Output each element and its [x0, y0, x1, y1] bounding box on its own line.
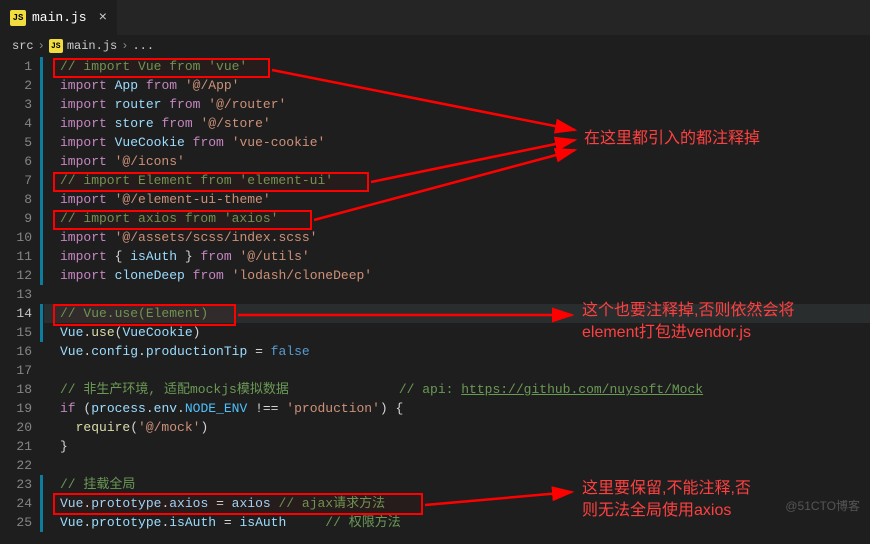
- code-line: // import Element from 'element-ui': [44, 171, 870, 190]
- tab-label: main.js: [32, 10, 87, 25]
- close-icon[interactable]: ×: [99, 10, 107, 26]
- js-file-icon: JS: [49, 39, 63, 53]
- annotation-text: 这个也要注释掉,否则依然会将 element打包进vendor.js: [582, 300, 794, 345]
- code-line: }: [44, 437, 870, 456]
- code-line: import '@/icons': [44, 152, 870, 171]
- line-number-gutter: 1234567891011121314151617181920212223242…: [0, 57, 44, 532]
- breadcrumb-folder[interactable]: src: [12, 39, 34, 53]
- code-line: import { isAuth } from '@/utils': [44, 247, 870, 266]
- code-line: // 非生产环境, 适配mockjs模拟数据// api: https://gi…: [44, 380, 870, 399]
- link-mock-repo[interactable]: https://github.com/nuysoft/Mock: [461, 382, 703, 397]
- code-line: import '@/assets/scss/index.scss': [44, 228, 870, 247]
- tab-bar: JS main.js ×: [0, 0, 870, 35]
- code-line: import App from '@/App': [44, 76, 870, 95]
- chevron-right-icon: ›: [121, 39, 128, 53]
- js-file-icon: JS: [10, 10, 26, 26]
- breadcrumb-more[interactable]: ...: [132, 39, 154, 53]
- annotation-text: 在这里都引入的都注释掉: [584, 128, 760, 150]
- code-line: // import axios from 'axios': [44, 209, 870, 228]
- code-line: import cloneDeep from 'lodash/cloneDeep': [44, 266, 870, 285]
- code-line: // import Vue from 'vue': [44, 57, 870, 76]
- annotation-text: 这里要保留,不能注释,否 则无法全局使用axios: [582, 478, 751, 523]
- code-line: [44, 456, 870, 475]
- code-line: import '@/element-ui-theme': [44, 190, 870, 209]
- breadcrumb[interactable]: src › JS main.js › ...: [0, 35, 870, 57]
- code-line: import router from '@/router': [44, 95, 870, 114]
- code-line: require('@/mock'): [44, 418, 870, 437]
- breadcrumb-file[interactable]: main.js: [67, 39, 117, 53]
- watermark: @51CTO博客: [785, 497, 860, 514]
- code-line: if (process.env.NODE_ENV !== 'production…: [44, 399, 870, 418]
- tab-main-js[interactable]: JS main.js ×: [0, 0, 118, 35]
- code-line: [44, 361, 870, 380]
- chevron-right-icon: ›: [38, 39, 45, 53]
- code-line: Vue.config.productionTip = false: [44, 342, 870, 361]
